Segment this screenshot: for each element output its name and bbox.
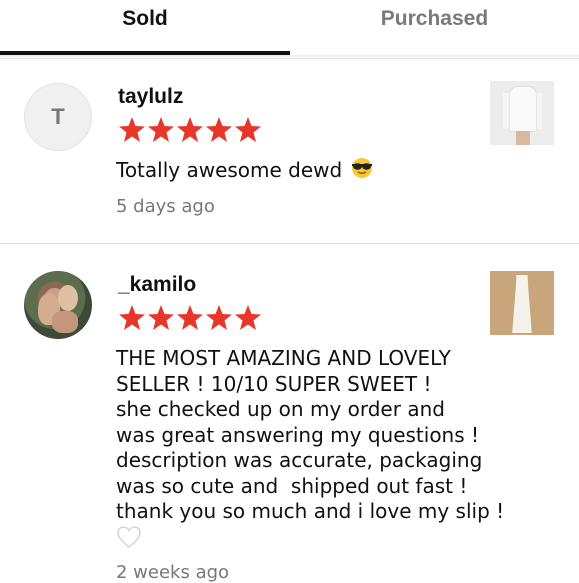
- avatar-photo-figure: [58, 285, 78, 311]
- review-text-line: description was accurate, packaging: [116, 448, 483, 472]
- review-text-line: THE MOST AMAZING AND LOVELY: [116, 346, 451, 370]
- review-text-line: she checked up on my order and: [116, 397, 445, 421]
- listing-thumbnail[interactable]: [490, 81, 554, 145]
- star-rating: [118, 304, 268, 334]
- review-text: THE MOST AMAZING AND LOVELY SELLER ! 10/…: [116, 346, 556, 551]
- avatar[interactable]: [24, 271, 92, 339]
- thumbnail-legs: [516, 131, 530, 145]
- review-username[interactable]: _kamilo: [118, 273, 196, 297]
- thumbnail-slip-dress: [512, 275, 532, 333]
- review-text-line: was great answering my questions !: [116, 422, 480, 447]
- tab-purchased[interactable]: Purchased: [290, 4, 579, 34]
- review-text-body: Totally awesome dewd: [116, 157, 343, 182]
- review-text: Totally awesome dewd: [116, 157, 556, 186]
- review-timestamp: 5 days ago: [116, 196, 215, 217]
- thumbnail-shirt: [510, 87, 536, 131]
- tab-sold[interactable]: Sold: [0, 4, 290, 34]
- avatar-photo-figure: [52, 311, 78, 333]
- sunglasses-face-icon: [349, 157, 375, 186]
- tab-bar-shadow: [0, 55, 579, 61]
- white-heart-icon: [116, 525, 556, 551]
- review-divider: [0, 243, 579, 244]
- review-text-line: SELLER ! 10/10 SUPER SWEET !: [116, 371, 432, 396]
- tab-bar: Sold Purchased: [0, 0, 579, 59]
- listing-thumbnail[interactable]: [490, 271, 554, 335]
- review-text-line: was so cute and shipped out fast !: [116, 473, 468, 498]
- star-icons: [119, 305, 261, 330]
- review-text-line: thank you so much and i love my slip !: [116, 499, 505, 523]
- star-rating: [118, 116, 268, 146]
- star-icons: [119, 117, 261, 142]
- avatar[interactable]: T: [24, 83, 92, 151]
- review-username[interactable]: taylulz: [118, 85, 183, 109]
